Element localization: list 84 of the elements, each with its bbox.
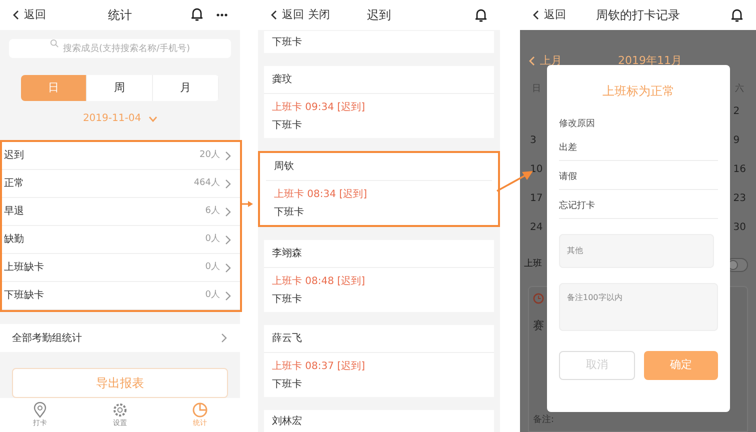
stat-label: 迟到 [4, 149, 24, 164]
search-field[interactable]: 搜索成员(支持搜索名称/手机号) [9, 39, 231, 58]
stat-label: 上班缺卡 [4, 260, 44, 276]
chevron-right-icon [224, 178, 232, 189]
reason-option[interactable]: 请假 [559, 160, 718, 190]
late-check-in: 上班卡 08:37 [迟到] [272, 360, 366, 374]
calendar-day: 10 [530, 162, 543, 174]
settings-icon [112, 402, 128, 418]
calendar-day: 16 [733, 162, 746, 174]
check-out-line: 下班卡 [272, 292, 303, 306]
stat-row[interactable]: 上班缺卡 0人 [2, 254, 240, 282]
other-reason-field[interactable]: 其他 [559, 234, 714, 268]
back-icon [532, 10, 540, 20]
screen-title: 统计 [108, 6, 132, 24]
reason-option[interactable]: 忘记打卡 [559, 190, 718, 218]
stat-count: 0人 [205, 233, 220, 246]
stat-count: 0人 [205, 261, 220, 274]
clock-icon [533, 293, 544, 304]
member-name: 刘林宏 [272, 414, 302, 428]
member-name: 周钦 [274, 160, 294, 174]
calendar-day: 9 [733, 133, 746, 145]
stat-count: 0人 [205, 289, 220, 302]
pie-chart-icon [192, 402, 208, 418]
reason-option[interactable]: 出差 [559, 132, 718, 160]
bell-icon[interactable] [730, 8, 744, 22]
screen-title: 迟到 [367, 7, 391, 24]
bell-icon[interactable] [190, 7, 204, 22]
stat-label: 早退 [4, 204, 24, 220]
stat-row[interactable]: 下班缺卡 0人 [2, 282, 240, 310]
search-icon [50, 38, 59, 48]
calendar-day: 2 [733, 104, 746, 116]
stat-count: 6人 [205, 205, 220, 218]
member-name: 薛云飞 [272, 332, 302, 346]
member-name: 李翊森 [272, 246, 302, 261]
month-label: 2019年11月 [618, 52, 682, 69]
stat-count: 20人 [200, 149, 220, 162]
period-tab[interactable]: 月 [153, 75, 219, 102]
stat-label: 正常 [4, 176, 24, 192]
group-stats-row[interactable]: 全部考勤组统计 [0, 324, 240, 352]
chevron-right-icon [220, 333, 228, 344]
screen-title: 周钦的打卡记录 [596, 7, 680, 24]
more-icon[interactable] [216, 12, 228, 17]
calendar-day: 30 [733, 220, 746, 232]
note-field[interactable]: 备注100字以内 [559, 282, 718, 330]
close-link[interactable]: 关闭 [308, 6, 330, 24]
back-icon [12, 10, 20, 20]
chevron-right-icon [224, 234, 232, 245]
record-line: 下班卡 [272, 36, 302, 50]
chevron-right-icon [224, 206, 232, 217]
check-out-line: 下班卡 [272, 118, 303, 132]
card-title: 赛 [533, 318, 545, 334]
reason-label: 修改原因 [559, 118, 596, 131]
calendar-day: 17 [530, 191, 543, 203]
chevron-right-icon [224, 150, 232, 161]
stat-row[interactable]: 缺勤 0人 [2, 226, 240, 254]
back-icon [528, 56, 536, 66]
calendar-day: 24 [530, 220, 543, 232]
shift-label: 上班 [524, 258, 542, 272]
calendar-day: 3 [530, 133, 543, 145]
back-icon [270, 10, 278, 20]
stat-row[interactable]: 正常 464人 [2, 170, 240, 198]
stat-row[interactable]: 迟到 20人 [2, 142, 240, 170]
stat-count: 464人 [194, 177, 220, 190]
late-check-in: 上班卡 08:34 [迟到] [274, 188, 368, 202]
chevron-right-icon [224, 262, 232, 273]
late-check-in: 上班卡 09:34 [迟到] [272, 100, 366, 114]
stat-label: 下班缺卡 [4, 288, 44, 304]
back-button[interactable]: 返回 [12, 6, 46, 24]
dialog-title: 上班标为正常 [602, 83, 674, 100]
check-out-line: 下班卡 [274, 206, 305, 220]
late-check-in: 上班卡 08:48 [迟到] [272, 274, 366, 288]
bell-icon[interactable] [474, 8, 488, 22]
back-button[interactable]: 返回 [532, 6, 566, 24]
group-stats-label: 全部考勤组统计 [12, 332, 82, 346]
member-name: 龚玟 [272, 72, 292, 87]
chevron-right-icon [224, 290, 232, 301]
location-pin-icon [33, 402, 47, 418]
calendar-day: 23 [733, 191, 746, 203]
stat-label: 缺勤 [4, 232, 24, 248]
back-button[interactable]: 返回 [270, 6, 304, 24]
stat-row[interactable]: 早退 6人 [2, 198, 240, 226]
note-label: 备注: [533, 414, 556, 426]
check-out-line: 下班卡 [272, 378, 303, 392]
period-tab[interactable]: 周 [87, 75, 153, 102]
